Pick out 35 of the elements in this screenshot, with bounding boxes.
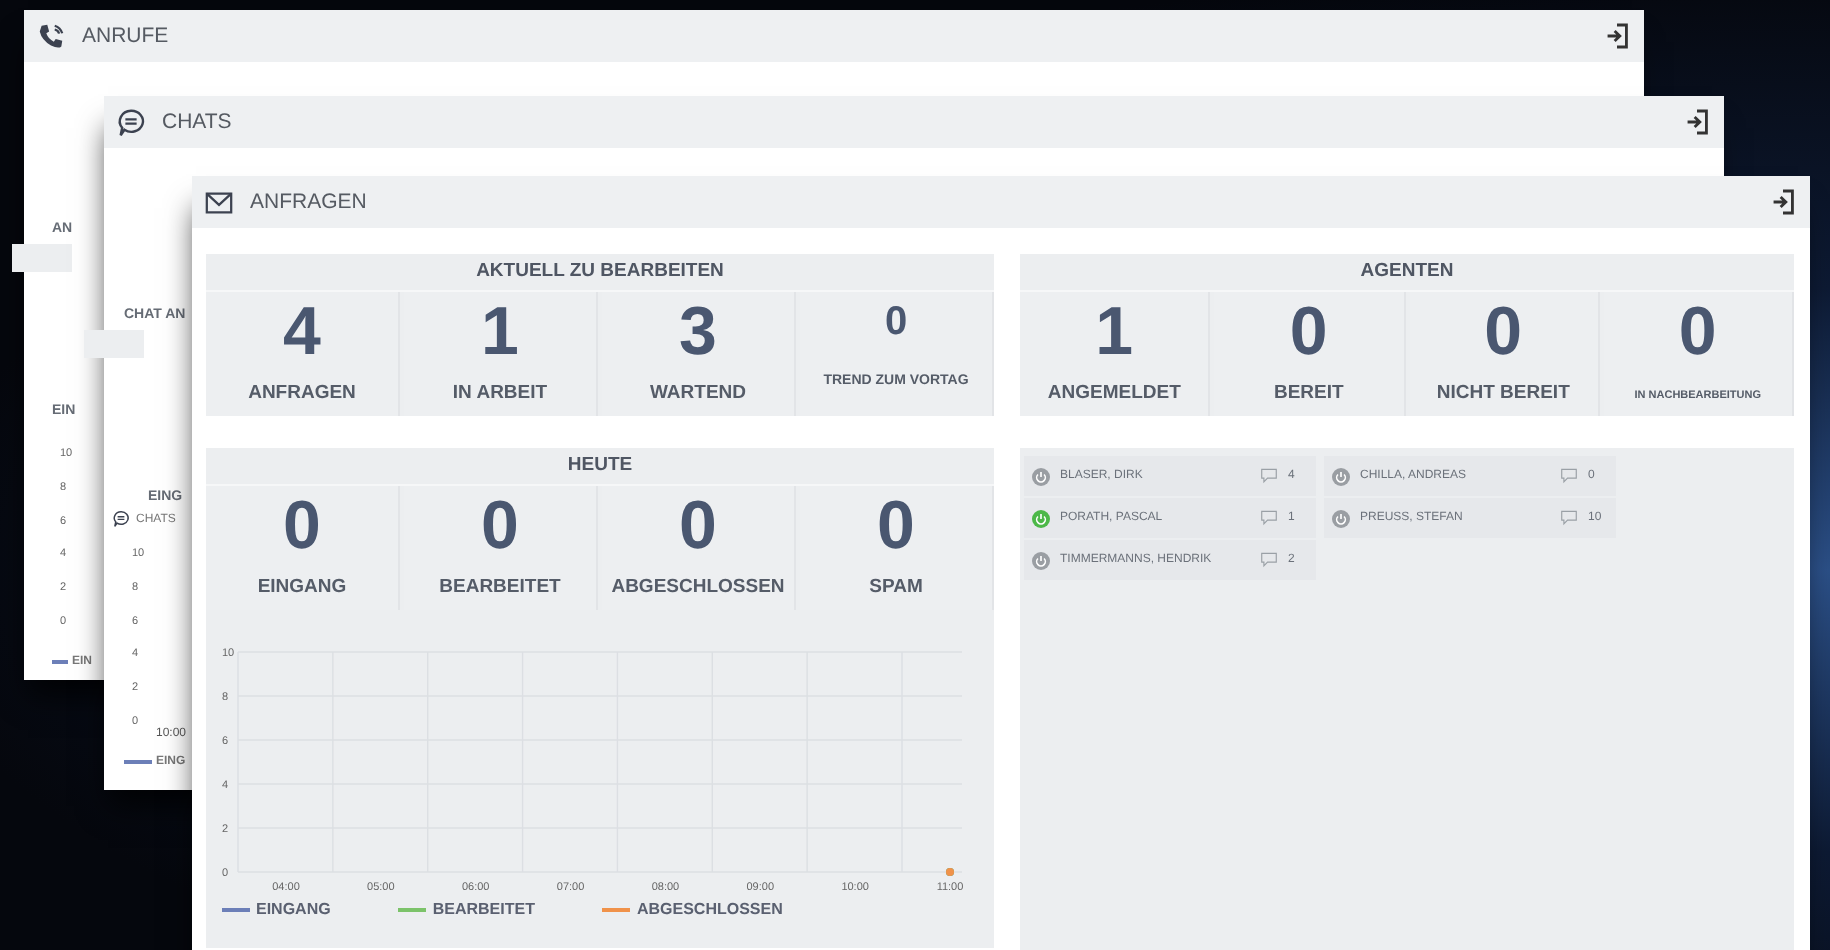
window-title: ANRUFE (82, 24, 169, 48)
stat-label: ABGESCHLOSSEN (611, 576, 785, 598)
speech-bubble-icon (116, 107, 146, 137)
logout-icon[interactable] (1686, 108, 1708, 136)
logout-icon[interactable] (1772, 188, 1794, 216)
stat-label: ANGEMELDET (1047, 382, 1181, 404)
stat-value: 0 (884, 302, 908, 342)
stat-label: EINGANG (257, 576, 347, 598)
stat-value: 1 (1095, 298, 1134, 366)
stat-label: IN ARBEIT (452, 382, 548, 404)
legend-label: ABGESCHLOSSEN (636, 900, 783, 918)
stat-label: BEREIT (1273, 382, 1344, 404)
stat-value: 3 (679, 298, 717, 366)
stat-value: 0 (1289, 298, 1328, 366)
stat-label: BEARBEITET (439, 576, 561, 598)
speech-bubble-icon (112, 510, 130, 528)
stat-label: NICHT BEREIT (1436, 382, 1570, 404)
envelope-icon (204, 187, 234, 217)
legend-label: BEARBEITET (432, 900, 535, 918)
stat-value: 0 (481, 492, 519, 560)
stat-label: WARTEND (649, 382, 747, 404)
stat-label: ANFRAGEN (248, 382, 356, 404)
stat-value: 0 (283, 492, 321, 560)
stat-value: 4 (283, 298, 321, 366)
stat-value: 0 (1678, 298, 1717, 366)
phone-icon (36, 21, 66, 51)
stat-value: 0 (877, 492, 915, 560)
logout-icon[interactable] (1606, 22, 1628, 50)
window-title: ANFRAGEN (250, 190, 367, 214)
window-title: CHATS (162, 110, 232, 134)
legend-label: EINGANG (256, 900, 331, 918)
stat-value: 0 (1484, 298, 1523, 366)
stat-value: 1 (481, 298, 519, 366)
stat-value: 0 (679, 492, 717, 560)
stat-label: SPAM (869, 576, 923, 598)
